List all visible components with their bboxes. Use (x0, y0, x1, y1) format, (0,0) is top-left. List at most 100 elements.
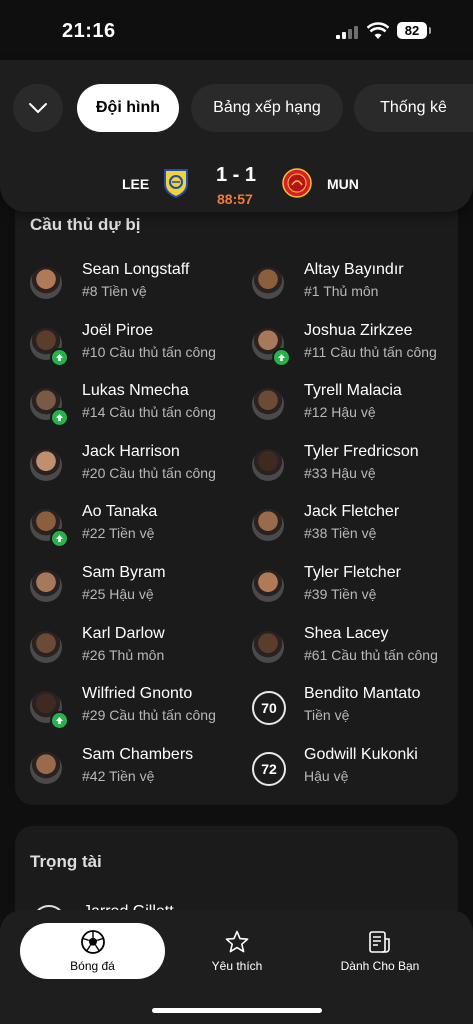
player-position: #1 Thủ môn (304, 283, 379, 299)
player-name: Lukas Nmecha (82, 382, 189, 399)
player-avatar (252, 267, 284, 299)
player-photo (30, 752, 62, 784)
player-name: Sam Byram (82, 564, 166, 581)
player-position: #10 Cầu thủ tấn công (82, 344, 216, 360)
star-icon (225, 930, 249, 953)
player-photo (30, 449, 62, 481)
player-name: Tyler Fletcher (304, 564, 401, 581)
player-row[interactable]: Sam Byram #25 Hậu vệ (30, 564, 240, 614)
battery-tip (429, 27, 431, 34)
nav-label: Dành Cho Bạn (340, 959, 420, 973)
shirt-number-badge: 70 (252, 691, 286, 725)
leeds-badge-icon (164, 169, 188, 198)
player-name: Tyler Fredricson (304, 443, 419, 460)
player-row[interactable]: Jack Harrison #20 Cầu thủ tấn công (30, 443, 240, 493)
player-row[interactable]: Lukas Nmecha #14 Cầu thủ tấn công (30, 382, 240, 432)
substituted-in-icon (50, 348, 69, 367)
player-position: #38 Tiền vệ (304, 525, 377, 541)
player-row[interactable]: Tyler Fletcher #39 Tiền vệ (252, 564, 462, 614)
player-row[interactable]: Sean Longstaff #8 Tiền vệ (30, 261, 240, 311)
player-row[interactable]: Sam Chambers #42 Tiền vệ (30, 746, 240, 796)
player-row[interactable]: Shea Lacey #61 Cầu thủ tấn công (252, 625, 462, 675)
status-bar: 21:16 82 (0, 0, 473, 60)
cellular-signal-icon (336, 25, 362, 39)
player-position: #26 Thủ môn (82, 647, 165, 663)
player-row[interactable]: 70 Bendito Mantato Tiền vệ (252, 685, 462, 735)
nav-football[interactable]: Bóng đá (20, 923, 165, 979)
player-name: Sam Chambers (82, 746, 194, 763)
soccer-ball-icon (80, 930, 105, 954)
player-avatar (252, 449, 284, 481)
player-position: #14 Cầu thủ tấn công (82, 404, 216, 420)
wifi-icon (367, 22, 389, 39)
tab-stats[interactable]: Thống kê (354, 84, 473, 132)
player-row[interactable]: Jack Fletcher #38 Tiền vệ (252, 503, 462, 553)
section-title: Cầu thủ dự bị (30, 215, 141, 234)
player-avatar (30, 752, 62, 784)
player-avatar (252, 388, 284, 420)
player-photo (252, 449, 284, 481)
player-avatar (30, 328, 69, 367)
player-name: Jack Harrison (82, 443, 180, 460)
player-avatar (30, 691, 69, 730)
substituted-in-icon (272, 348, 291, 367)
substituted-in-icon (50, 711, 69, 730)
battery-icon: 82 (397, 22, 427, 39)
player-photo (252, 388, 284, 420)
player-photo (252, 631, 284, 663)
player-position: #61 Cầu thủ tấn công (304, 647, 438, 663)
player-photo (30, 570, 62, 602)
player-position: #39 Tiền vệ (304, 586, 377, 602)
player-avatar (252, 509, 284, 541)
player-avatar (30, 509, 69, 548)
collapse-button[interactable] (13, 84, 63, 132)
player-photo (252, 509, 284, 541)
player-photo (30, 267, 62, 299)
player-name: Bendito Mantato (304, 685, 421, 702)
nav-for-you[interactable]: Dành Cho Bạn (330, 923, 430, 979)
player-avatar (252, 570, 284, 602)
player-photo (252, 570, 284, 602)
player-row[interactable]: Altay Bayındır #1 Thủ môn (252, 261, 462, 311)
player-name: Shea Lacey (304, 625, 389, 642)
section-title: Trọng tài (30, 852, 102, 871)
player-avatar (30, 570, 62, 602)
player-row[interactable]: Joël Piroe #10 Cầu thủ tấn công (30, 322, 240, 372)
tab-lineup[interactable]: Đội hình (77, 84, 179, 132)
bottom-navigation: Bóng đá Yêu thích Dành Cho Bạn (0, 910, 473, 1024)
player-name: Altay Bayındır (304, 261, 404, 278)
player-row[interactable]: Tyler Fredricson #33 Hậu vệ (252, 443, 462, 493)
tab-standings[interactable]: Bảng xếp hạng (191, 84, 343, 132)
player-row[interactable]: Ao Tanaka #22 Tiền vệ (30, 503, 240, 553)
player-avatar (252, 631, 284, 663)
player-name: Wilfried Gnonto (82, 685, 193, 702)
score: 1 - 1 (216, 164, 257, 186)
player-photo (252, 267, 284, 299)
away-team-code: MUN (327, 176, 359, 192)
player-position: Hậu vệ (304, 768, 349, 784)
player-name: Godwill Kukonki (304, 746, 418, 763)
player-avatar (30, 449, 62, 481)
home-indicator (152, 1008, 322, 1013)
news-icon (369, 931, 390, 953)
shirt-number-badge: 72 (252, 752, 286, 786)
player-row[interactable]: 72 Godwill Kukonki Hậu vệ (252, 746, 462, 796)
player-position: #11 Cầu thủ tấn công (304, 344, 437, 360)
substituted-in-icon (50, 408, 69, 427)
player-row[interactable]: Karl Darlow #26 Thủ môn (30, 625, 240, 675)
match-minute: 88:57 (217, 191, 253, 207)
scoreline[interactable]: LEE 1 - 1 88:57 MUN (0, 160, 473, 210)
nav-favorites[interactable]: Yêu thích (187, 923, 287, 979)
player-position: #20 Cầu thủ tấn công (82, 465, 216, 481)
player-avatar (30, 388, 69, 427)
match-header: Đội hình Bảng xếp hạng Thống kê LEE 1 - … (0, 60, 473, 212)
player-avatar (30, 267, 62, 299)
player-row[interactable]: Joshua Zirkzee #11 Cầu thủ tấn công (252, 322, 462, 372)
player-avatar (30, 631, 62, 663)
nav-label: Bóng đá (70, 959, 115, 973)
player-name: Jack Fletcher (304, 503, 400, 520)
player-name: Karl Darlow (82, 625, 165, 642)
player-row[interactable]: Tyrell Malacia #12 Hậu vệ (252, 382, 462, 432)
player-row[interactable]: Wilfried Gnonto #29 Cầu thủ tấn công (30, 685, 240, 735)
player-name: Ao Tanaka (82, 503, 158, 520)
